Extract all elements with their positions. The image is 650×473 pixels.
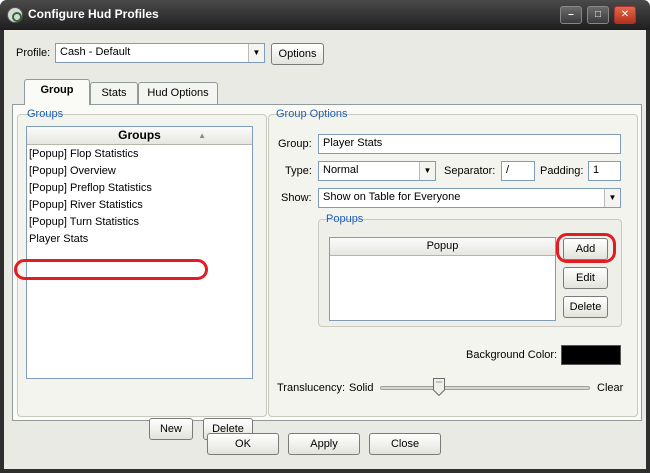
type-select-value: Normal bbox=[323, 164, 359, 176]
translucency-label: Translucency: bbox=[277, 382, 346, 394]
minimize-icon[interactable]: – bbox=[560, 6, 582, 24]
dialog-body: Profile: Cash - Default ▼ Options Group … bbox=[4, 30, 646, 469]
new-group-button[interactable]: New bbox=[149, 418, 193, 440]
sort-icon: ▲ bbox=[198, 131, 206, 140]
group-options-section-title: Group Options bbox=[276, 108, 348, 120]
popups-list[interactable]: Popup bbox=[329, 237, 556, 321]
list-item-player-stats[interactable]: Player Stats bbox=[29, 233, 88, 245]
profile-select-value: Cash - Default bbox=[60, 46, 131, 58]
show-select[interactable]: Show on Table for Everyone ▼ bbox=[318, 188, 621, 208]
type-select[interactable]: Normal ▼ bbox=[318, 161, 436, 181]
delete-popup-button[interactable]: Delete bbox=[563, 296, 608, 318]
groups-list[interactable]: Groups ▲ [Popup] Flop Statistics [Popup]… bbox=[26, 126, 253, 379]
show-select-value: Show on Table for Everyone bbox=[323, 191, 461, 203]
group-name-input[interactable]: Player Stats bbox=[318, 134, 621, 154]
separator-label: Separator: bbox=[444, 165, 496, 177]
background-color-label: Background Color: bbox=[466, 349, 558, 361]
separator-input[interactable]: / bbox=[501, 161, 535, 181]
groups-column-header-label: Groups bbox=[118, 128, 161, 142]
close-button[interactable]: Close bbox=[369, 433, 441, 455]
list-item[interactable]: [Popup] Overview bbox=[29, 165, 116, 177]
groups-section-title: Groups bbox=[27, 108, 64, 120]
translucency-max-label: Clear bbox=[597, 382, 624, 394]
list-item[interactable]: [Popup] Flop Statistics bbox=[29, 148, 138, 160]
tab-panel-group: Groups Groups ▲ [Popup] Flop Statistics … bbox=[12, 104, 642, 440]
configure-hud-profiles-window: Configure Hud Profiles – □ ✕ Profile: Ca… bbox=[0, 0, 650, 473]
group-name-label: Group: bbox=[278, 138, 312, 150]
maximize-icon[interactable]: □ bbox=[587, 6, 609, 24]
popup-column-header-label: Popup bbox=[426, 240, 459, 252]
padding-label: Padding: bbox=[540, 165, 584, 177]
apply-button[interactable]: Apply bbox=[288, 433, 360, 455]
tab-hud-options[interactable]: Hud Options bbox=[138, 82, 218, 104]
chevron-down-icon[interactable]: ▼ bbox=[604, 189, 620, 207]
type-label: Type: bbox=[285, 165, 312, 177]
translucency-slider[interactable] bbox=[380, 386, 590, 390]
popups-section-title: Popups bbox=[326, 213, 364, 225]
window-title: Configure Hud Profiles bbox=[28, 7, 159, 21]
add-button-highlight bbox=[556, 233, 616, 263]
tab-stats[interactable]: Stats bbox=[90, 82, 138, 104]
tab-group[interactable]: Group bbox=[24, 79, 90, 105]
translucency-min-label: Solid bbox=[349, 382, 374, 394]
slider-thumb-icon[interactable] bbox=[432, 378, 445, 396]
profile-select[interactable]: Cash - Default ▼ bbox=[55, 43, 265, 63]
options-button[interactable]: Options bbox=[271, 43, 324, 65]
ok-button[interactable]: OK bbox=[207, 433, 279, 455]
chevron-down-icon[interactable]: ▼ bbox=[419, 162, 435, 180]
list-item[interactable]: [Popup] Turn Statistics bbox=[29, 216, 139, 228]
show-label: Show: bbox=[281, 192, 312, 204]
groups-column-header[interactable]: Groups ▲ bbox=[27, 127, 252, 145]
list-item[interactable]: [Popup] River Statistics bbox=[29, 199, 143, 211]
player-stats-highlight bbox=[14, 259, 208, 280]
chevron-down-icon[interactable]: ▼ bbox=[248, 44, 264, 62]
background-color-swatch[interactable] bbox=[561, 345, 621, 365]
app-icon bbox=[7, 7, 23, 23]
title-bar[interactable]: Configure Hud Profiles – □ ✕ bbox=[0, 0, 650, 30]
list-item[interactable]: [Popup] Preflop Statistics bbox=[29, 182, 152, 194]
popup-column-header[interactable]: Popup bbox=[330, 238, 555, 256]
edit-popup-button[interactable]: Edit bbox=[563, 267, 608, 289]
profile-label: Profile: bbox=[16, 47, 51, 59]
padding-input[interactable]: 1 bbox=[588, 161, 621, 181]
close-icon[interactable]: ✕ bbox=[614, 6, 636, 24]
